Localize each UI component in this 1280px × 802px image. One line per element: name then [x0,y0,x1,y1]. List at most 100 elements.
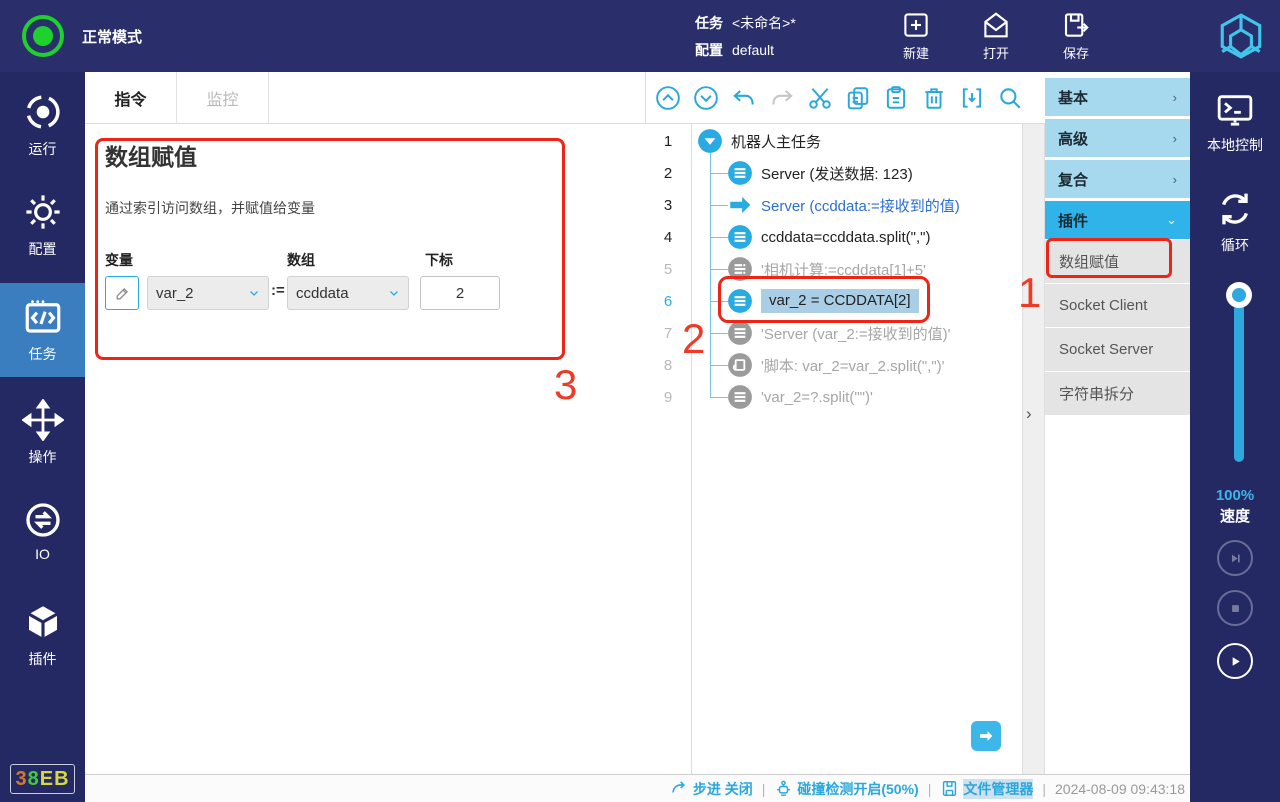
category-composite[interactable]: 复合 › [1045,160,1190,198]
tree-stub [710,269,728,270]
tree-row-label: 'Server (var_2:=接收到的值)' [761,317,951,349]
sidebar-item-label: 运行 [29,139,57,159]
panel-collapse-strip: › [1022,124,1045,774]
chevron-down-icon [248,287,260,299]
collision-detection-toggle[interactable]: 碰撞检测开启(50%) [774,779,918,799]
speed-value: 100% [1190,487,1280,504]
array-select[interactable]: ccddata [287,276,409,310]
category-advanced[interactable]: 高级 › [1045,119,1190,157]
variable-label: 变量 [105,250,133,270]
undo-button[interactable] [731,85,757,111]
tree-row-server-send[interactable]: 2 Server (发送数据: 123) [645,157,1022,189]
array-value: ccddata [296,285,349,302]
badge-char: 8 [28,768,40,791]
collapse-node-icon[interactable] [697,128,723,154]
open-task-button[interactable]: 打开 [966,4,1026,68]
local-control-button[interactable]: 本地控制 [1190,90,1280,155]
sidebar-item-operate[interactable]: 操作 [0,390,85,476]
insert-button[interactable] [959,85,985,111]
copy-button[interactable] [845,85,871,111]
tab-instruction[interactable]: 指令 [85,72,177,124]
new-file-icon [901,10,931,40]
sidebar-item-plugin[interactable]: 插件 [0,592,85,678]
speed-slider-knob[interactable] [1226,282,1252,308]
tree-row-var2-comment[interactable]: 9 'var_2=?.split("")' [645,381,1022,413]
chevron-down-icon: ⌄ [1166,212,1177,228]
sidebar-item-config[interactable]: 配置 [0,182,85,268]
index-input[interactable] [420,276,500,310]
save-task-button[interactable]: 保存 [1046,4,1106,68]
speed-label: 速度 [1190,505,1280,526]
tree-row-label: ccddata=ccddata.split(",") [761,221,930,253]
command-item-socket-server[interactable]: Socket Server [1045,328,1190,371]
tree-stub [710,173,728,174]
variable-select[interactable]: var_2 [147,276,269,310]
tree-row-label: '脚本: var_2=var_2.split(",")' [761,349,945,381]
speed-slider-track[interactable] [1234,294,1244,462]
tree-row-camera-calc-disabled[interactable]: 5 '相机计算:=ccddata[1]+5' [645,253,1022,285]
expand-panel-chevron[interactable]: › [1026,404,1032,424]
stop-button[interactable] [1217,590,1253,626]
robot-icon [774,779,793,798]
category-plugin[interactable]: 插件 ⌄ [1045,201,1190,239]
terminal-icon [1215,90,1255,130]
status-bar: 步进 关闭 | 碰撞检测开启(50%) | 文件管理器 | 2024-08-09… [85,774,1190,802]
tree-row-split[interactable]: 4 ccddata=ccddata.split(",") [645,221,1022,253]
tree-row-label: 'var_2=?.split("")' [761,381,873,413]
next-step-button[interactable] [971,721,1001,751]
step-mode-label: 步进 关闭 [693,779,753,799]
tree-row-array-assign-selected[interactable]: 6 var_2 = CCDDATA[2] [645,285,1022,317]
robot-teach-pendant-app: 正常模式 任务<未命名>* 配置default 新建 打开 保存 [0,0,1280,802]
command-item-array-assign[interactable]: 数组赋值 [1045,240,1190,283]
tree-row-server-receive[interactable]: 3 Server (ccddata:=接收到的值) [645,189,1022,221]
separator: | [1042,781,1046,797]
tree-row-label: Server (ccddata:=接收到的值) [761,189,960,221]
step-forward-button[interactable] [1217,540,1253,576]
status-green-dot [33,26,53,46]
paste-button[interactable] [883,85,909,111]
sidebar-item-io[interactable]: IO [0,490,85,572]
step-mode-toggle[interactable]: 步进 关闭 [670,779,753,799]
disabled-command-node-icon [727,320,753,346]
line-number: 1 [645,133,691,150]
tree-row-server-comment[interactable]: 7 'Server (var_2:=接收到的值)' [645,317,1022,349]
disabled-command-node-icon [727,384,753,410]
badge-char: B [54,768,69,791]
play-button[interactable] [1217,643,1253,679]
search-button[interactable] [997,85,1023,111]
command-item-string-split[interactable]: 字符串拆分 [1045,372,1190,415]
tree-row-script-comment[interactable]: 8 '脚本: var_2=var_2.split(",")' [645,349,1022,381]
tab-monitor[interactable]: 监控 [177,72,269,124]
disabled-command-node-icon [727,256,753,282]
loop-mode-button[interactable]: 循环 [1190,188,1280,255]
sidebar-item-run[interactable]: 运行 [0,82,85,168]
variable-value: var_2 [156,285,194,302]
badge-char: 3 [15,768,27,791]
category-basic[interactable]: 基本 › [1045,78,1190,116]
category-label: 高级 [1058,128,1088,149]
command-node-icon [727,160,753,186]
loop-icon [1214,188,1256,230]
local-control-label: 本地控制 [1207,135,1263,155]
collapse-all-button[interactable] [655,85,681,111]
cut-button[interactable] [807,85,833,111]
edit-variable-button[interactable] [105,276,139,310]
new-task-button[interactable]: 新建 [886,4,946,68]
tree-row-main-task[interactable]: 1 机器人主任务 [645,125,1022,157]
program-tree: 1 机器人主任务 2 Server (发送数据: 123) 3 Server (… [645,124,1022,774]
redo-button[interactable] [769,85,795,111]
line-number: 7 [645,325,691,342]
separator: | [762,781,766,797]
tree-stub [710,205,728,206]
sidebar-item-task[interactable]: 任务 [0,283,85,377]
command-panel: 基本 › 高级 › 复合 › 插件 ⌄ 数组赋值 Socket Client S… [1045,72,1190,774]
tree-row-label: 机器人主任务 [731,125,821,157]
line-number: 2 [645,165,691,182]
tree-row-label: Server (发送数据: 123) [761,157,913,189]
topbar: 正常模式 任务<未命名>* 配置default 新建 打开 保存 [0,0,1280,72]
file-manager-button[interactable]: 文件管理器 [940,779,1033,799]
expand-all-button[interactable] [693,85,719,111]
config-label: 配置 [695,40,723,60]
delete-button[interactable] [921,85,947,111]
command-item-socket-client[interactable]: Socket Client [1045,284,1190,327]
